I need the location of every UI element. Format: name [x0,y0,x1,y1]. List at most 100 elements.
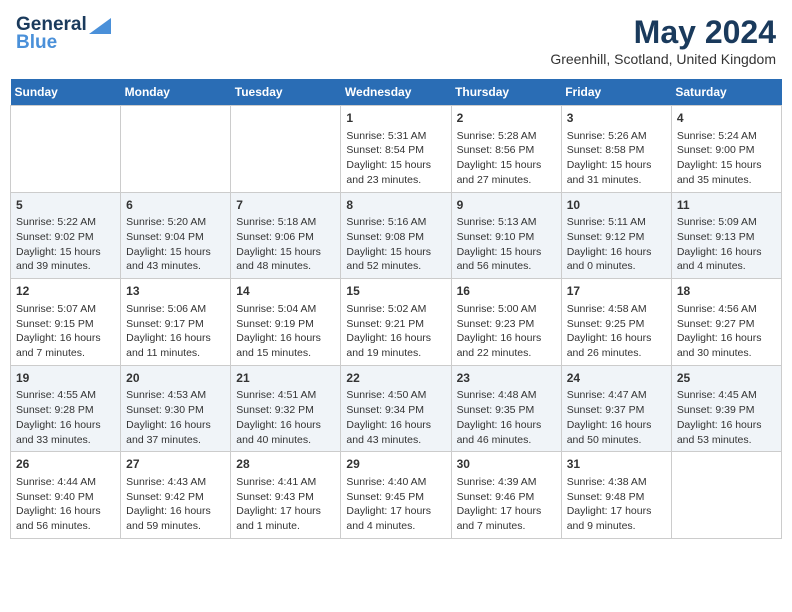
day-info: Sunrise: 4:55 AM [16,388,115,403]
day-info: and 0 minutes. [567,259,666,274]
day-info: Sunset: 9:39 PM [677,403,776,418]
day-number: 4 [677,110,776,127]
day-info: and 46 minutes. [457,433,556,448]
day-info: Sunrise: 5:02 AM [346,302,445,317]
header-thursday: Thursday [451,79,561,106]
day-info: and 19 minutes. [346,346,445,361]
day-info: Daylight: 15 hours [567,158,666,173]
day-info: and 4 minutes. [677,259,776,274]
day-info: Daylight: 15 hours [346,158,445,173]
day-info: Daylight: 16 hours [346,331,445,346]
header-monday: Monday [121,79,231,106]
calendar-cell [11,106,121,193]
day-info: Daylight: 15 hours [457,158,556,173]
calendar-cell: 2Sunrise: 5:28 AMSunset: 8:56 PMDaylight… [451,106,561,193]
day-info: Daylight: 17 hours [236,504,335,519]
calendar-cell: 3Sunrise: 5:26 AMSunset: 8:58 PMDaylight… [561,106,671,193]
calendar-cell: 11Sunrise: 5:09 AMSunset: 9:13 PMDayligh… [671,192,781,279]
day-number: 28 [236,456,335,473]
calendar-cell: 5Sunrise: 5:22 AMSunset: 9:02 PMDaylight… [11,192,121,279]
day-info: Sunrise: 5:13 AM [457,215,556,230]
day-info: Sunset: 9:13 PM [677,230,776,245]
day-info: and 56 minutes. [16,519,115,534]
day-number: 3 [567,110,666,127]
day-info: Sunrise: 5:22 AM [16,215,115,230]
day-info: Daylight: 16 hours [346,418,445,433]
day-number: 21 [236,370,335,387]
day-info: Sunrise: 5:11 AM [567,215,666,230]
day-info: Sunrise: 4:43 AM [126,475,225,490]
day-info: Sunset: 9:21 PM [346,317,445,332]
day-info: Daylight: 16 hours [457,331,556,346]
day-info: Daylight: 16 hours [236,331,335,346]
day-info: Daylight: 16 hours [677,245,776,260]
day-info: Sunrise: 4:50 AM [346,388,445,403]
day-info: Sunset: 9:40 PM [16,490,115,505]
day-info: Sunset: 9:25 PM [567,317,666,332]
day-info: Sunrise: 4:56 AM [677,302,776,317]
day-info: and 27 minutes. [457,173,556,188]
day-info: Daylight: 15 hours [16,245,115,260]
calendar-cell: 20Sunrise: 4:53 AMSunset: 9:30 PMDayligh… [121,365,231,452]
day-info: Sunrise: 4:38 AM [567,475,666,490]
header-sunday: Sunday [11,79,121,106]
day-number: 29 [346,456,445,473]
day-number: 15 [346,283,445,300]
header-saturday: Saturday [671,79,781,106]
calendar-cell: 25Sunrise: 4:45 AMSunset: 9:39 PMDayligh… [671,365,781,452]
day-info: Sunset: 9:48 PM [567,490,666,505]
day-info: Sunrise: 5:00 AM [457,302,556,317]
day-info: and 15 minutes. [236,346,335,361]
calendar-cell: 31Sunrise: 4:38 AMSunset: 9:48 PMDayligh… [561,452,671,539]
day-info: Sunrise: 5:26 AM [567,129,666,144]
day-number: 22 [346,370,445,387]
day-info: and 11 minutes. [126,346,225,361]
calendar-week-row: 12Sunrise: 5:07 AMSunset: 9:15 PMDayligh… [11,279,782,366]
day-info: Sunrise: 4:51 AM [236,388,335,403]
day-info: Daylight: 16 hours [16,418,115,433]
day-info: Daylight: 15 hours [126,245,225,260]
header-tuesday: Tuesday [231,79,341,106]
day-info: Sunset: 9:08 PM [346,230,445,245]
day-info: Sunset: 9:43 PM [236,490,335,505]
calendar-cell: 22Sunrise: 4:50 AMSunset: 9:34 PMDayligh… [341,365,451,452]
calendar-cell: 17Sunrise: 4:58 AMSunset: 9:25 PMDayligh… [561,279,671,366]
day-info: Daylight: 16 hours [126,331,225,346]
calendar-cell: 19Sunrise: 4:55 AMSunset: 9:28 PMDayligh… [11,365,121,452]
calendar-cell: 10Sunrise: 5:11 AMSunset: 9:12 PMDayligh… [561,192,671,279]
day-info: Sunrise: 5:04 AM [236,302,335,317]
day-info: and 40 minutes. [236,433,335,448]
day-info: Sunrise: 4:48 AM [457,388,556,403]
day-info: Sunrise: 4:45 AM [677,388,776,403]
day-number: 14 [236,283,335,300]
day-info: Sunset: 9:42 PM [126,490,225,505]
day-info: Daylight: 15 hours [457,245,556,260]
header-friday: Friday [561,79,671,106]
day-info: Sunrise: 5:18 AM [236,215,335,230]
day-info: and 53 minutes. [677,433,776,448]
calendar-cell: 27Sunrise: 4:43 AMSunset: 9:42 PMDayligh… [121,452,231,539]
day-info: Sunrise: 4:41 AM [236,475,335,490]
calendar-week-row: 1Sunrise: 5:31 AMSunset: 8:54 PMDaylight… [11,106,782,193]
day-info: and 31 minutes. [567,173,666,188]
calendar-cell: 1Sunrise: 5:31 AMSunset: 8:54 PMDaylight… [341,106,451,193]
day-number: 10 [567,197,666,214]
day-number: 31 [567,456,666,473]
day-info: Sunset: 9:02 PM [16,230,115,245]
day-info: and 26 minutes. [567,346,666,361]
calendar-cell: 7Sunrise: 5:18 AMSunset: 9:06 PMDaylight… [231,192,341,279]
calendar-cell: 30Sunrise: 4:39 AMSunset: 9:46 PMDayligh… [451,452,561,539]
location: Greenhill, Scotland, United Kingdom [550,51,776,67]
day-info: Daylight: 16 hours [236,418,335,433]
day-info: Sunset: 9:06 PM [236,230,335,245]
day-number: 19 [16,370,115,387]
day-info: Sunset: 9:32 PM [236,403,335,418]
day-number: 12 [16,283,115,300]
calendar-cell: 8Sunrise: 5:16 AMSunset: 9:08 PMDaylight… [341,192,451,279]
calendar-cell: 14Sunrise: 5:04 AMSunset: 9:19 PMDayligh… [231,279,341,366]
day-info: Sunrise: 5:31 AM [346,129,445,144]
day-info: and 1 minute. [236,519,335,534]
calendar-cell: 28 Sunrise: 4:41 AMSunset: 9:43 PMDayligh… [231,452,341,539]
day-info: Daylight: 15 hours [346,245,445,260]
calendar-week-row: 5Sunrise: 5:22 AMSunset: 9:02 PMDaylight… [11,192,782,279]
